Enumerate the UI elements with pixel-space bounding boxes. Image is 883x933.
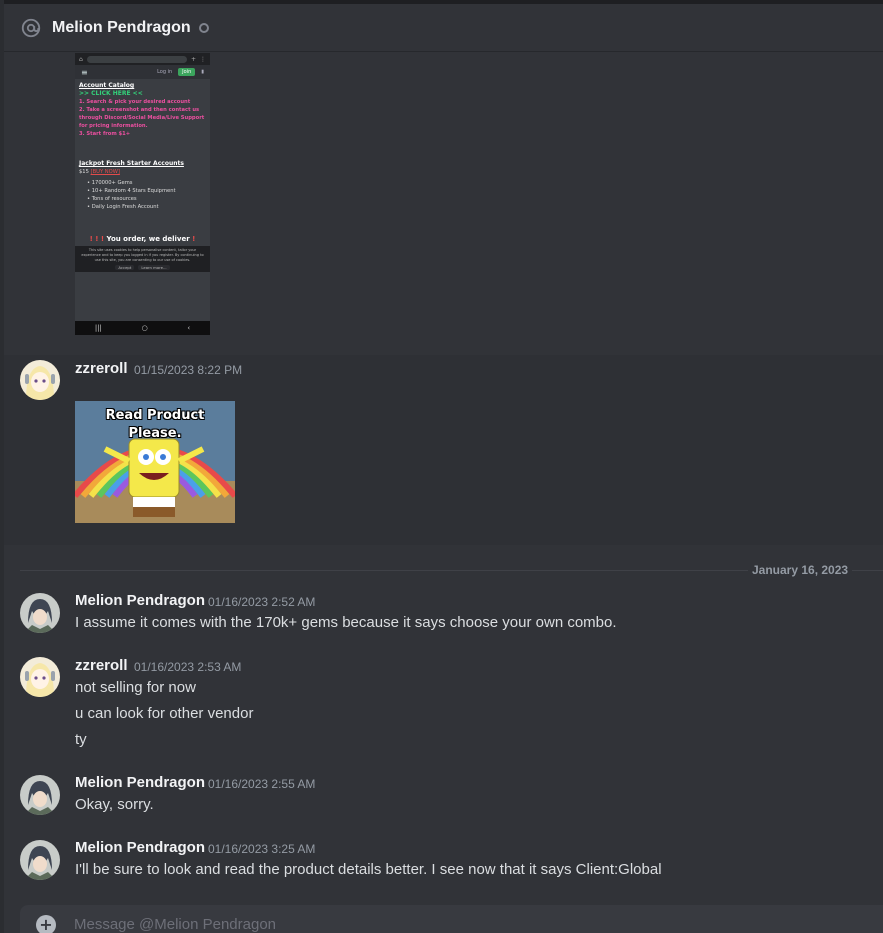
message-text: not selling for now	[75, 679, 196, 696]
screenshot-attachment[interactable]: ⌂ + ⋮ ≡ Log in Join ▮ Account Catalog >>…	[75, 53, 210, 335]
message-text: I'll be sure to look and read the produc…	[75, 861, 662, 878]
feature-item: • 170000+ Gems	[87, 180, 133, 186]
cookie-notice: This site uses cookies to help personali…	[75, 246, 210, 272]
message-text: I assume it comes with the 170k+ gems be…	[75, 614, 617, 631]
avatar[interactable]	[20, 775, 60, 815]
login-link: Log in	[157, 69, 173, 75]
step-3: 3. Start from $1+	[79, 131, 131, 137]
step-2: 2. Take a screenshot and then contact us…	[79, 107, 205, 129]
message-timestamp: 01/16/2023 2:55 AM	[208, 777, 316, 791]
message-timestamp: 01/16/2023 3:25 AM	[208, 842, 316, 856]
accept-button: Accept	[115, 265, 135, 270]
clipboard-icon: ▮	[201, 69, 204, 75]
message-input[interactable]: Message @Melion Pendragon	[74, 915, 276, 933]
date-divider: January 16, 2023	[748, 563, 853, 577]
home-icon: ⌂	[79, 55, 83, 63]
deliver-banner: ! ! ! You order, we deliver !	[89, 235, 196, 243]
avatar[interactable]	[20, 593, 60, 633]
dm-title[interactable]: Melion Pendragon	[52, 19, 191, 37]
join-button: Join	[178, 68, 196, 76]
jackpot-price-line: $15 [BUY NOW]	[79, 168, 206, 176]
hamburger-icon: ≡	[81, 67, 88, 77]
url-bar	[86, 55, 187, 63]
browser-bar: ⌂ + ⋮	[75, 53, 210, 65]
learn-more-button: Learn more...	[138, 265, 170, 270]
message-author[interactable]: zzreroll	[75, 657, 128, 674]
exclamation-icon: !	[192, 235, 196, 243]
feature-item: • Tons of resources	[87, 196, 137, 202]
message-author[interactable]: Melion Pendragon	[75, 592, 205, 609]
message-text: u can look for other vendor	[75, 705, 254, 722]
avatar[interactable]	[20, 657, 60, 697]
buy-now-link: [BUY NOW]	[90, 169, 120, 175]
offline-status-icon	[198, 22, 209, 33]
home-circle-icon: ○	[141, 324, 148, 332]
feature-item: • 10+ Random 4 Stars Equipment	[87, 188, 176, 194]
catalog-heading: Account Catalog	[79, 82, 135, 89]
step-1: 1. Search & pick your desired account	[79, 99, 191, 105]
recents-icon: |||	[94, 324, 102, 332]
jackpot-title: Jackpot Fresh Starter Accounts	[79, 160, 184, 167]
message-composer[interactable]: + Message @Melion Pendragon	[20, 905, 883, 933]
site-body: Account Catalog >> CLICK HERE << 1. Sear…	[75, 79, 210, 246]
add-attachment-icon[interactable]: +	[36, 915, 56, 933]
back-icon: ‹	[187, 324, 191, 332]
message-text: ty	[75, 731, 87, 748]
feature-item: • Daily Login Fresh Account	[87, 204, 159, 210]
message-text: Okay, sorry.	[75, 796, 154, 813]
exclamation-icon: ! ! !	[89, 235, 105, 243]
message-author[interactable]: zzreroll	[75, 360, 128, 377]
message-timestamp: 01/16/2023 2:52 AM	[208, 595, 316, 609]
message-author[interactable]: Melion Pendragon	[75, 839, 205, 856]
avatar[interactable]	[20, 840, 60, 880]
meme-image-attachment[interactable]: Read Product Please.	[75, 401, 235, 523]
menu-dots-icon: ⋮	[200, 55, 206, 63]
meme-caption: Read Product Please.	[105, 408, 205, 441]
site-nav: ≡ Log in Join ▮	[75, 65, 210, 79]
jackpot-price: $15	[79, 169, 89, 175]
android-navbar: ||| ○ ‹	[75, 321, 210, 335]
plus-icon: +	[190, 55, 196, 63]
channel-header: Melion Pendragon	[4, 4, 883, 52]
message-timestamp: 01/15/2023 8:22 PM	[134, 363, 243, 377]
feature-list: • 170000+ Gems • 10+ Random 4 Stars Equi…	[79, 179, 206, 211]
at-icon	[20, 17, 42, 39]
message-timestamp: 01/16/2023 2:53 AM	[134, 660, 242, 674]
message-author[interactable]: Melion Pendragon	[75, 774, 205, 791]
avatar[interactable]	[20, 360, 60, 400]
click-here-link: >> CLICK HERE <<	[79, 90, 143, 97]
